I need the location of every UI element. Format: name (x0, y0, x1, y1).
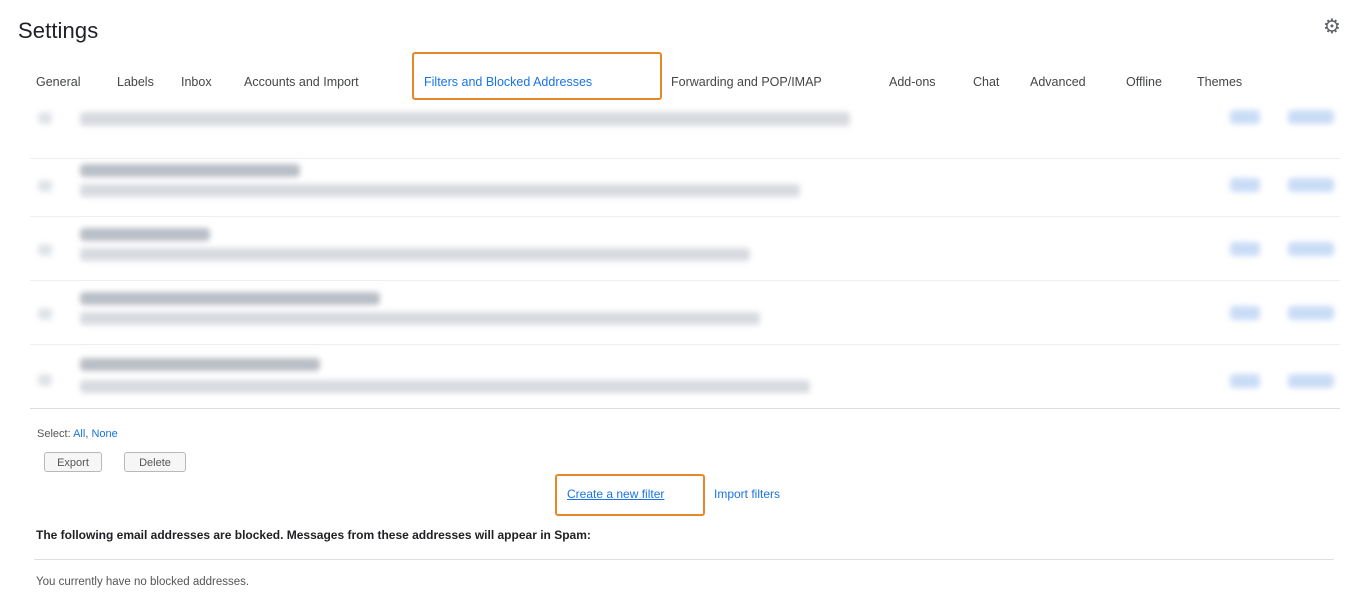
tab-inbox[interactable]: Inbox (181, 62, 212, 102)
tab-add-ons[interactable]: Add-ons (889, 62, 936, 102)
tab-advanced[interactable]: Advanced (1030, 62, 1086, 102)
export-button[interactable]: Export (44, 452, 102, 472)
select-label: Select: (37, 428, 71, 440)
filter-row[interactable] (30, 222, 1340, 281)
delete-button[interactable]: Delete (124, 452, 186, 472)
no-blocked-message: You currently have no blocked addresses. (36, 576, 250, 588)
tab-accounts-and-import[interactable]: Accounts and Import (244, 62, 359, 102)
filter-row[interactable] (30, 350, 1340, 409)
tab-labels[interactable]: Labels (117, 62, 154, 102)
filter-row[interactable] (30, 158, 1340, 217)
page-title: Settings (18, 18, 99, 43)
tab-offline[interactable]: Offline (1126, 62, 1162, 102)
tab-chat[interactable]: Chat (973, 62, 999, 102)
select-all-link[interactable]: All (73, 428, 85, 440)
settings-page: Settings ⚙ General Labels Inbox Accounts… (0, 0, 1370, 592)
select-controls: Select: All, None (37, 428, 118, 440)
filter-row[interactable] (30, 100, 1340, 159)
tab-general[interactable]: General (36, 62, 80, 102)
create-new-filter-link[interactable]: Create a new filter (567, 487, 664, 501)
filter-list (30, 100, 1340, 418)
select-none-link[interactable]: None (91, 428, 117, 440)
settings-tabs: General Labels Inbox Accounts and Import… (0, 62, 1370, 102)
gear-icon[interactable]: ⚙ (1320, 14, 1344, 38)
blocked-addresses-heading: The following email addresses are blocke… (36, 528, 591, 542)
import-filters-link[interactable]: Import filters (714, 487, 780, 501)
tab-forwarding-and-pop-imap[interactable]: Forwarding and POP/IMAP (671, 62, 822, 102)
divider (34, 559, 1334, 560)
tab-themes[interactable]: Themes (1197, 62, 1242, 102)
active-tab-highlight (412, 52, 662, 100)
filter-row[interactable] (30, 286, 1340, 345)
